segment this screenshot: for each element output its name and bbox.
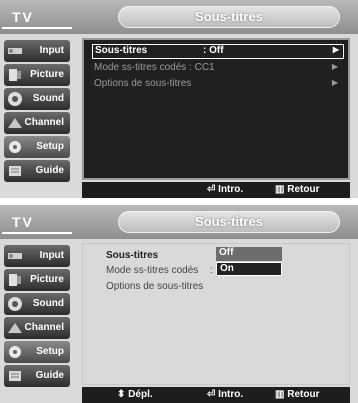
screen-top: TV Sous-titres Input Picture Sound Chann… (0, 0, 358, 198)
cc-mode-label: Mode ss-titres codés (106, 265, 199, 276)
tv-label: TV (12, 9, 34, 25)
tv-underline (2, 27, 72, 29)
enter-icon: ⏎ (207, 389, 219, 400)
guide-icon (9, 166, 21, 176)
sidebar: Input Picture Sound Channel Setup Guide (0, 34, 74, 182)
menu-row-options[interactable]: Options de sous-titres ▶ (94, 78, 342, 92)
header-bar: TV Sous-titres (0, 0, 358, 34)
satellite-icon (8, 323, 22, 333)
screen-bottom: TV Sous-titres Input Picture Sound Chann… (0, 205, 358, 403)
up-down-icon: ⬍ (117, 389, 129, 400)
sidebar-item-label: Input (39, 250, 64, 261)
setup-icon (9, 346, 21, 358)
sidebar-item-picture[interactable]: Picture (4, 64, 70, 86)
sidebar-item-label: Sound (32, 298, 64, 309)
satellite-icon (8, 118, 22, 128)
sidebar: Input Picture Sound Channel Setup Guide (0, 239, 74, 387)
page-title: Sous-titres (195, 9, 263, 24)
chevron-right-icon: ▶ (332, 45, 339, 54)
sidebar-item-guide[interactable]: Guide (4, 365, 70, 387)
picture-icon (9, 69, 21, 81)
return-icon: ▥ (275, 184, 288, 195)
menu-row-subtitles[interactable]: Sous-titres : Off ▶ (92, 44, 344, 59)
menu-row-label: Options de sous-titres (94, 78, 192, 89)
sidebar-item-label: Guide (35, 165, 64, 176)
menu-row-label: Mode ss-titres codés : CC1 (94, 62, 215, 73)
sidebar-item-label: Picture (30, 274, 64, 285)
subtitles-label: Sous-titres (106, 250, 159, 261)
menu-row-label: Sous-titres (95, 45, 148, 56)
sidebar-item-label: Guide (35, 370, 64, 381)
sidebar-item-picture[interactable]: Picture (4, 269, 70, 291)
chevron-right-icon: ▶ (331, 62, 338, 71)
sidebar-item-channel[interactable]: Channel (4, 317, 70, 339)
menu-panel: Sous-titres : Off ▶ Mode ss-titres codés… (82, 38, 350, 180)
option-off[interactable]: Off (216, 247, 282, 261)
sidebar-item-channel[interactable]: Channel (4, 112, 70, 134)
footer-return: ▥ Retour (275, 389, 320, 400)
cc-mode-colon: : (210, 265, 213, 276)
footer-move: ⬍ Dépl. (117, 389, 153, 400)
enter-icon: ⏎ (207, 184, 219, 195)
option-on[interactable]: On (216, 262, 282, 276)
footer-bar: ⏎ Intro. ▥ Retour (82, 182, 350, 198)
footer-return: ▥ Retour (275, 184, 320, 195)
sidebar-item-guide[interactable]: Guide (4, 160, 70, 182)
tv-label: TV (12, 214, 34, 230)
chevron-right-icon: ▶ (331, 78, 338, 87)
sidebar-item-label: Setup (36, 346, 64, 357)
menu-row-value: : Off (203, 45, 224, 56)
input-icon (8, 48, 22, 54)
footer-bar: ⬍ Dépl. ⏎ Intro. ▥ Retour (82, 387, 350, 403)
page-title: Sous-titres (195, 214, 263, 229)
picture-icon (9, 274, 21, 286)
setup-icon (9, 141, 21, 153)
speaker-icon (8, 92, 22, 106)
tv-underline (2, 232, 72, 234)
sidebar-item-label: Channel (24, 117, 64, 128)
speaker-icon (8, 297, 22, 311)
subtitles-colon: : (127, 250, 131, 261)
sidebar-item-input[interactable]: Input (4, 245, 70, 267)
header-bar: TV Sous-titres (0, 205, 358, 239)
footer-enter: ⏎ Intro. (207, 389, 244, 400)
sidebar-item-setup[interactable]: Setup (4, 136, 70, 158)
sidebar-item-label: Picture (30, 69, 64, 80)
sidebar-item-sound[interactable]: Sound (4, 293, 70, 315)
sidebar-item-label: Setup (36, 141, 64, 152)
menu-row-cc-mode[interactable]: Mode ss-titres codés : CC1 ▶ (94, 62, 342, 76)
footer-enter: ⏎ Intro. (207, 184, 244, 195)
sidebar-item-label: Channel (24, 322, 64, 333)
options-label: Options de sous-titres (106, 281, 204, 292)
sidebar-item-setup[interactable]: Setup (4, 341, 70, 363)
sidebar-item-label: Input (39, 45, 64, 56)
sidebar-item-label: Sound (32, 93, 64, 104)
sidebar-item-input[interactable]: Input (4, 40, 70, 62)
input-icon (8, 253, 22, 259)
sidebar-item-sound[interactable]: Sound (4, 88, 70, 110)
return-icon: ▥ (275, 389, 288, 400)
guide-icon (9, 371, 21, 381)
